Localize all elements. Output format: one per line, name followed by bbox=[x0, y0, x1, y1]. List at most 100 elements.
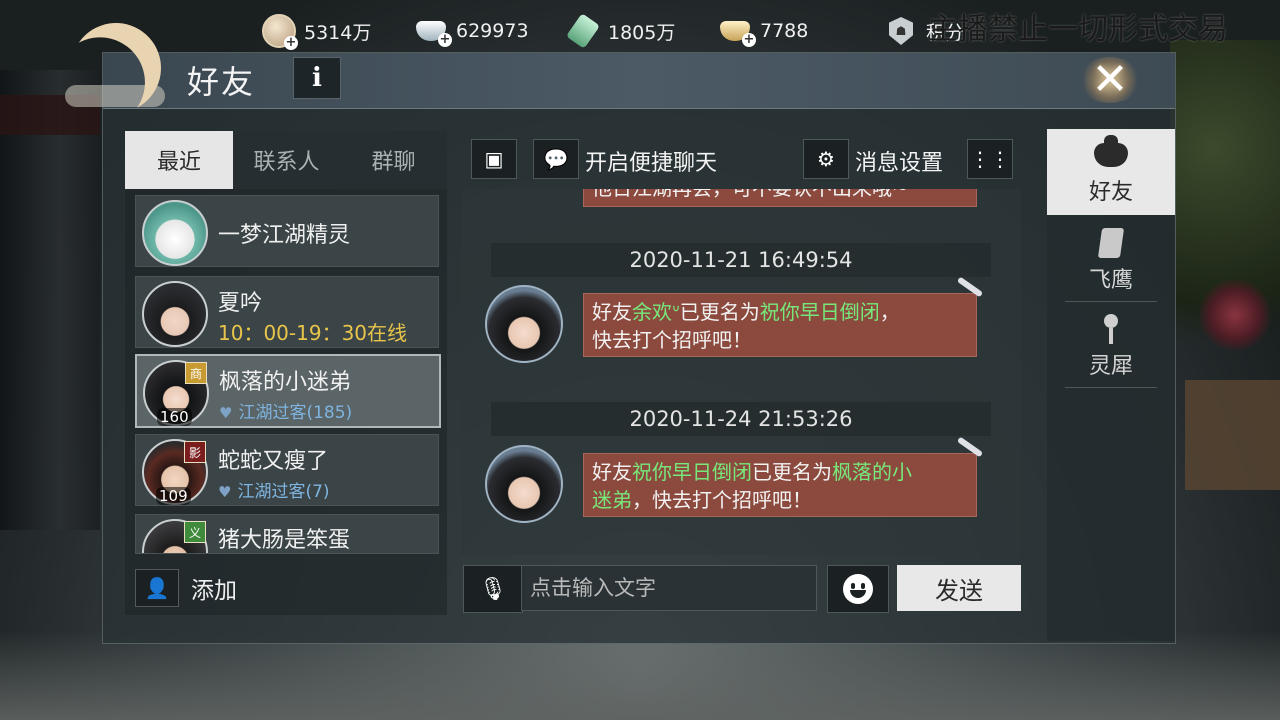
contact-panel: 最近 联系人 群聊 一梦江湖精灵 夏吟 10：00-19：30在线 商 160 … bbox=[125, 131, 447, 615]
add-label: 添加 bbox=[191, 578, 237, 604]
msg-text: 好友 bbox=[592, 460, 632, 484]
currency-jade[interactable]: 1805万 bbox=[565, 13, 676, 49]
grid-menu-icon[interactable]: ⋮⋮ bbox=[967, 139, 1013, 179]
close-icon[interactable]: ✕ bbox=[1075, 51, 1145, 107]
side-tab-label: 灵犀 bbox=[1088, 354, 1133, 379]
smiley-icon bbox=[843, 574, 873, 604]
contact-tabs: 最近 联系人 群聊 bbox=[125, 131, 447, 189]
avatar bbox=[142, 200, 208, 266]
online-hours: 10：00-19：30在线 bbox=[218, 321, 408, 345]
tab-contacts[interactable]: 联系人 bbox=[233, 131, 340, 189]
friends-window: 好友 i ✕ 最近 联系人 群聊 一梦江湖精灵 夏吟 10：00-19：30在线… bbox=[65, 51, 1176, 644]
relation-text: 江湖过客(7) bbox=[237, 482, 330, 502]
avatar bbox=[142, 281, 208, 347]
old-name: 余欢ᐡ bbox=[632, 300, 680, 324]
silver-ingot-icon bbox=[414, 16, 452, 47]
new-name: 枫落的小 bbox=[832, 460, 912, 484]
msg-text: ， bbox=[879, 300, 900, 324]
contact-name: 蛇蛇又瘦了 bbox=[218, 449, 329, 474]
jade-icon bbox=[565, 13, 601, 49]
currency-gold[interactable]: 7788 bbox=[718, 14, 808, 48]
info-button[interactable]: i bbox=[293, 57, 341, 99]
msg-text: ，快去打个招呼吧！ bbox=[632, 488, 812, 512]
side-tab-feiying[interactable]: 飞鹰 bbox=[1047, 217, 1175, 303]
heart-icon: ♥ bbox=[218, 483, 232, 501]
copper-coin-icon bbox=[262, 14, 298, 50]
side-tabs: 好友 飞鹰 灵犀 bbox=[1047, 129, 1175, 641]
tab-recent[interactable]: 最近 bbox=[125, 131, 233, 189]
add-friend-button[interactable]: 👤 添加 bbox=[125, 561, 447, 615]
stream-banner: 主播禁止一切形式交易 bbox=[928, 12, 1228, 47]
relation-text: 江湖过客(185) bbox=[238, 403, 353, 423]
tab-group-chat[interactable]: 群聊 bbox=[340, 131, 447, 189]
send-button[interactable]: 发送 bbox=[897, 565, 1021, 611]
gold-ingot-icon bbox=[718, 16, 756, 47]
side-tab-label: 飞鹰 bbox=[1088, 268, 1133, 293]
contact-item[interactable]: 一梦江湖精灵 bbox=[135, 195, 439, 267]
message-settings[interactable]: 消息设置 bbox=[855, 145, 943, 177]
message-bubble-partial: 他日江湖再会，可不要认不出来哦~ bbox=[583, 189, 977, 207]
currency-value: 1805万 bbox=[608, 21, 676, 44]
currency-silver[interactable]: 629973 bbox=[414, 14, 529, 48]
scroll-icon bbox=[1097, 226, 1125, 260]
scene-flowers bbox=[1200, 280, 1270, 350]
message-timestamp: 2020-11-21 16:49:54 bbox=[491, 243, 991, 277]
microphone-icon[interactable]: 🎙 bbox=[463, 565, 523, 613]
side-tab-label: 好友 bbox=[1088, 180, 1133, 205]
side-tab-lingxi[interactable]: 灵犀 bbox=[1047, 303, 1175, 389]
gear-icon[interactable]: ⚙ bbox=[803, 139, 849, 179]
contact-name: 夏吟 bbox=[218, 291, 263, 316]
currency-copper[interactable]: 5314万 bbox=[262, 14, 372, 50]
chat-bubble-icon[interactable]: 💬 bbox=[533, 139, 579, 179]
avatar[interactable] bbox=[485, 285, 563, 363]
contact-item[interactable]: 夏吟 10：00-19：30在线 bbox=[135, 276, 439, 348]
currency-bar: 5314万 629973 1805万 7788 ☗ 积分 主播禁止一切形式交易 bbox=[0, 0, 1280, 58]
relation-label: ♥ 江湖过客(185) bbox=[219, 398, 352, 423]
side-tab-friends[interactable]: 好友 bbox=[1047, 129, 1175, 215]
points-badge-icon: ☗ bbox=[884, 16, 918, 46]
currency-value: 7788 bbox=[760, 20, 809, 42]
divider bbox=[1065, 387, 1157, 388]
feather-icon bbox=[956, 436, 984, 458]
chat-toolbar: ▣ 💬 开启便捷聊天 ⚙ 消息设置 ⋮⋮ bbox=[469, 139, 1019, 181]
quick-chat-toggle[interactable]: 开启便捷聊天 bbox=[585, 145, 717, 177]
contact-name: 枫落的小迷弟 bbox=[219, 370, 352, 395]
scene-wall bbox=[1185, 380, 1280, 490]
teapot-icon bbox=[1094, 135, 1128, 172]
contact-name: 一梦江湖精灵 bbox=[218, 223, 351, 248]
msg-text: 已更名为 bbox=[752, 460, 832, 484]
contact-item[interactable]: 商 160 枫落的小迷弟 ♥ 江湖过客(185) bbox=[135, 354, 441, 428]
level-badge: 109 bbox=[156, 487, 191, 505]
contact-name: 猪大肠是笨蛋 bbox=[218, 528, 351, 553]
message-timestamp: 2020-11-24 21:53:26 bbox=[491, 402, 991, 436]
chat-input-row: 🎙 发送 bbox=[463, 565, 1023, 613]
contact-item[interactable]: 义 猪大肠是笨蛋 bbox=[135, 514, 439, 554]
message-bubble: 好友余欢ᐡ已更名为祝你早日倒闭， 快去打个招呼吧！ bbox=[583, 276, 984, 357]
contact-item[interactable]: 影 109 蛇蛇又瘦了 ♥ 江湖过客(7) bbox=[135, 434, 439, 506]
message-input[interactable] bbox=[521, 565, 817, 611]
righteous-tag: 义 bbox=[184, 521, 206, 543]
old-name: 祝你早日倒闭 bbox=[632, 460, 752, 484]
currency-value: 5314万 bbox=[304, 21, 372, 44]
message-bubble: 好友祝你早日倒闭已更名为枫落的小 迷弟，快去打个招呼吧！ bbox=[583, 436, 984, 517]
feather-icon bbox=[956, 276, 984, 298]
msg-text: 好友 bbox=[592, 300, 632, 324]
window-title: 好友 bbox=[187, 63, 256, 101]
new-name: 迷弟 bbox=[592, 488, 632, 512]
chat-history[interactable]: 他日江湖再会，可不要认不出来哦~ 2020-11-21 16:49:54 好友余… bbox=[461, 189, 1021, 555]
title-bar: 好友 i ✕ bbox=[65, 51, 1175, 109]
emoji-button[interactable] bbox=[827, 565, 889, 613]
add-user-icon: 👤 bbox=[135, 569, 179, 607]
relation-label: ♥ 江湖过客(7) bbox=[218, 477, 330, 502]
shadow-tag: 影 bbox=[184, 441, 206, 463]
new-name: 祝你早日倒闭 bbox=[759, 300, 880, 324]
avatar[interactable] bbox=[485, 445, 563, 523]
level-badge: 160 bbox=[157, 408, 192, 426]
msg-text: 已更名为 bbox=[679, 300, 760, 324]
profile-card-icon[interactable]: ▣ bbox=[471, 139, 517, 179]
msg-text: 快去打个招呼吧！ bbox=[592, 328, 752, 352]
lingxi-icon bbox=[1102, 312, 1120, 346]
heart-icon: ♥ bbox=[219, 404, 233, 422]
merchant-tag: 商 bbox=[185, 362, 207, 384]
divider bbox=[1065, 301, 1157, 302]
